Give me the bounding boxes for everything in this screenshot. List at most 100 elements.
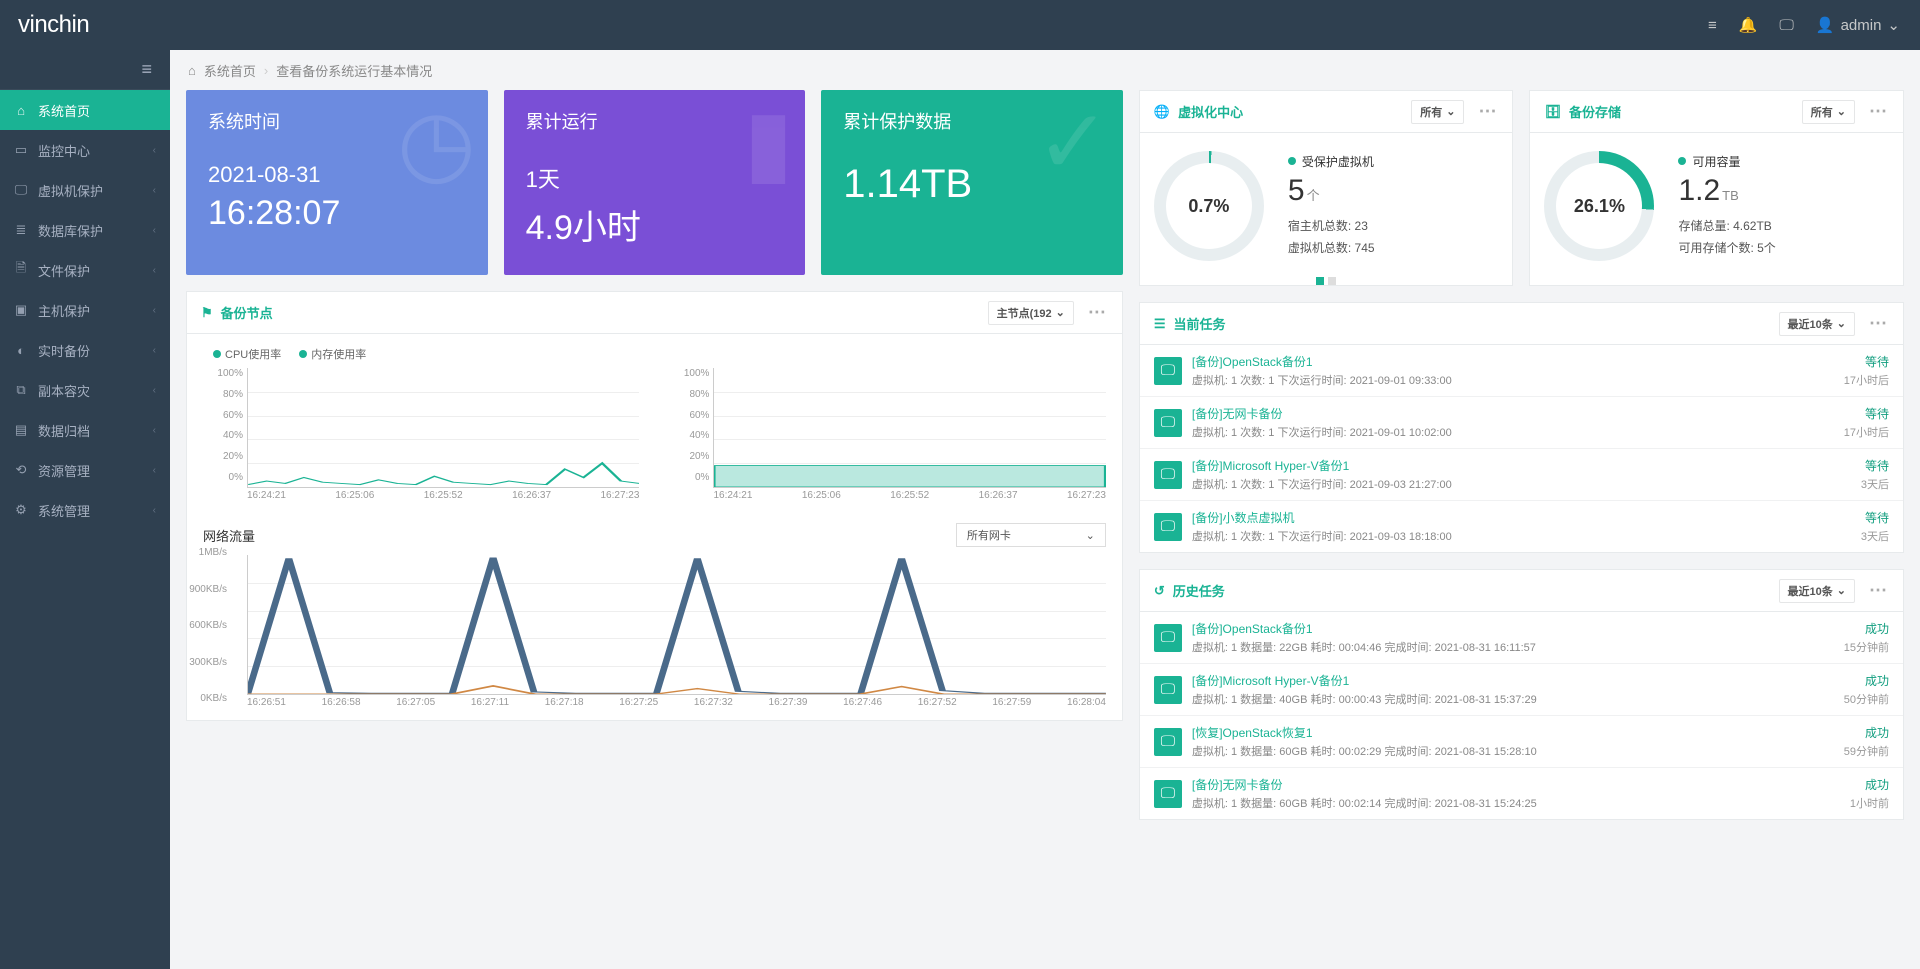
sidebar-item[interactable]: ⚙ 系统管理 ‹ (0, 490, 170, 530)
more-icon[interactable]: ⋯ (1869, 313, 1889, 334)
sidebar-item[interactable]: ▤ 数据归档 ‹ (0, 410, 170, 450)
nav-label: 虚拟机保护 (38, 181, 103, 200)
database-icon: 🗄 (1544, 104, 1561, 120)
task-row[interactable]: 🖵 [备份]Microsoft Hyper-V备份1 虚拟机: 1 数据量: 4… (1140, 664, 1903, 716)
sitemap-icon: ⚑ (201, 305, 213, 321)
chevron-down-icon: ⌄ (1056, 306, 1065, 319)
bell-icon[interactable]: 🔔 (1739, 16, 1758, 34)
history-count-selector[interactable]: 最近10条⌄ (1779, 579, 1855, 603)
monitor-icon[interactable]: 🖵 (1779, 17, 1793, 34)
task-name: [备份]Microsoft Hyper-V备份1 (1192, 672, 1834, 689)
store-filter[interactable]: 所有⌄ (1802, 100, 1855, 124)
task-status: 等待 (1861, 509, 1889, 526)
sidebar-collapse-button[interactable]: ≡ (0, 50, 170, 90)
vm-icon: 🖵 (1154, 780, 1182, 808)
tile-hours: 4.9小时 (526, 200, 784, 249)
nav-icon: ⧉ (14, 382, 28, 398)
chevron-left-icon: ‹ (153, 265, 156, 276)
node-selector[interactable]: 主节点(192⌄ (988, 301, 1074, 325)
vm-icon: 🖵 (1154, 461, 1182, 489)
task-time: 3天后 (1861, 528, 1889, 544)
chevron-left-icon: ‹ (153, 505, 156, 516)
nav-label: 文件保护 (38, 261, 90, 280)
cpu-chart: 100%80%60%40%20%0% 16:24:2116:25:0616:25… (203, 368, 639, 501)
panel-history-tasks: ↺ 历史任务 最近10条⌄ ⋯ 🖵 [备份]OpenStack备份1 虚拟机: … (1139, 569, 1904, 820)
task-row[interactable]: 🖵 [备份]Microsoft Hyper-V备份1 虚拟机: 1 次数: 1 … (1140, 449, 1903, 501)
task-row[interactable]: 🖵 [备份]无网卡备份 虚拟机: 1 次数: 1 下次运行时间: 2021-09… (1140, 397, 1903, 449)
panel-title: 当前任务 (1174, 314, 1226, 333)
task-status: 等待 (1861, 457, 1889, 474)
task-detail: 虚拟机: 1 数据量: 60GB 耗时: 00:02:29 完成时间: 2021… (1192, 743, 1834, 759)
chevron-left-icon: ‹ (153, 385, 156, 396)
main: ⌂ 系统首页 › 查看备份系统运行基本情况 ◷ 系统时间 2021-08-31 … (170, 50, 1920, 969)
task-status: 等待 (1844, 353, 1889, 370)
task-row[interactable]: 🖵 [备份]OpenStack备份1 虚拟机: 1 次数: 1 下次运行时间: … (1140, 345, 1903, 397)
more-icon[interactable]: ⋯ (1088, 302, 1108, 323)
task-name: [备份]Microsoft Hyper-V备份1 (1192, 457, 1851, 474)
task-row[interactable]: 🖵 [备份]无网卡备份 虚拟机: 1 数据量: 60GB 耗时: 00:02:1… (1140, 768, 1903, 819)
sidebar-item[interactable]: 🗎 文件保护 ‹ (0, 250, 170, 290)
more-icon[interactable]: ⋯ (1478, 101, 1498, 122)
task-time: 17小时后 (1844, 372, 1889, 388)
stat-line: 存储总量: 4.62TB (1678, 216, 1889, 238)
sidebar: ≡ ⌂ 系统首页 ▭ 监控中心 ‹🖵 虚拟机保护 ‹≣ 数据库保护 ‹🗎 文件保… (0, 50, 170, 969)
more-icon[interactable]: ⋯ (1869, 580, 1889, 601)
bar-chart-icon: ▮ (744, 98, 794, 188)
clock-icon: ◷ (397, 98, 476, 188)
user-icon: 👤 (1816, 16, 1835, 34)
task-row[interactable]: 🖵 [备份]小数点虚拟机 虚拟机: 1 次数: 1 下次运行时间: 2021-0… (1140, 501, 1903, 552)
tile-system-time: ◷ 系统时间 2021-08-31 16:28:07 (186, 90, 488, 275)
chevron-left-icon: ‹ (153, 305, 156, 316)
vm-icon: 🖵 (1154, 513, 1182, 541)
store-ring: 26.1% (1544, 151, 1654, 261)
more-icon[interactable]: ⋯ (1869, 101, 1889, 122)
user-menu[interactable]: 👤 admin ⌄ (1816, 16, 1900, 34)
nav-icon: ⌂ (14, 103, 28, 118)
history-icon: ↺ (1154, 583, 1165, 599)
panel-current-tasks: ☰ 当前任务 最近10条⌄ ⋯ 🖵 [备份]OpenStack备份1 虚拟机: … (1139, 302, 1904, 553)
task-row[interactable]: 🖵 [恢复]OpenStack恢复1 虚拟机: 1 数据量: 60GB 耗时: … (1140, 716, 1903, 768)
breadcrumb: ⌂ 系统首页 › 查看备份系统运行基本情况 (170, 50, 1920, 90)
user-name: admin (1841, 17, 1882, 34)
nav-icon: ▣ (14, 302, 28, 318)
stat-line: 可用存储个数: 5个 (1678, 238, 1889, 260)
task-status: 成功 (1850, 776, 1889, 793)
nav-label: 监控中心 (38, 141, 90, 160)
sidebar-item[interactable]: ▣ 主机保护 ‹ (0, 290, 170, 330)
task-time: 3天后 (1861, 476, 1889, 492)
task-name: [备份]OpenStack备份1 (1192, 353, 1834, 370)
chevron-left-icon: ‹ (153, 425, 156, 436)
panel-title: 备份节点 (221, 303, 273, 322)
task-detail: 虚拟机: 1 数据量: 60GB 耗时: 00:02:14 完成时间: 2021… (1192, 795, 1840, 811)
task-row[interactable]: 🖵 [备份]OpenStack备份1 虚拟机: 1 数据量: 22GB 耗时: … (1140, 612, 1903, 664)
panel-storage: 🗄 备份存储 所有⌄ ⋯ 26.1% 可用容量 (1529, 90, 1904, 286)
list-icon[interactable]: ≡ (1708, 17, 1717, 34)
chevron-left-icon: ‹ (153, 185, 156, 196)
nav-icon: ⚙ (14, 502, 28, 518)
sidebar-item[interactable]: ◐ 实时备份 ‹ (0, 330, 170, 370)
nic-selector[interactable]: 所有网卡⌄ (956, 523, 1106, 547)
pager[interactable] (1140, 271, 1513, 285)
network-chart: 1MB/s900KB/s600KB/s300KB/s0KB/s 16:26:51… (187, 547, 1122, 720)
nav-icon: 🗎 (14, 259, 28, 281)
virt-filter[interactable]: 所有⌄ (1411, 100, 1464, 124)
sidebar-item[interactable]: ≣ 数据库保护 ‹ (0, 210, 170, 250)
nav-label: 系统管理 (38, 501, 90, 520)
nav-label: 资源管理 (38, 461, 90, 480)
panel-title: 虚拟化中心 (1178, 102, 1243, 121)
stat-unit: 个 (1307, 188, 1320, 203)
task-detail: 虚拟机: 1 次数: 1 下次运行时间: 2021-09-01 10:02:00 (1192, 424, 1834, 440)
net-title: 网络流量 (203, 526, 255, 545)
panel-title: 备份存储 (1569, 102, 1621, 121)
sidebar-item[interactable]: ⟲ 资源管理 ‹ (0, 450, 170, 490)
sidebar-item[interactable]: ▭ 监控中心 ‹ (0, 130, 170, 170)
home-icon: ⌂ (188, 63, 196, 78)
nav-icon: ▭ (14, 142, 28, 158)
breadcrumb-root[interactable]: 系统首页 (204, 61, 256, 80)
task-count-selector[interactable]: 最近10条⌄ (1779, 312, 1855, 336)
sidebar-item[interactable]: 🖵 虚拟机保护 ‹ (0, 170, 170, 210)
sidebar-item[interactable]: ⌂ 系统首页 (0, 90, 170, 130)
chevron-down-icon: ⌄ (1086, 529, 1095, 542)
sidebar-item[interactable]: ⧉ 副本容灾 ‹ (0, 370, 170, 410)
task-status: 成功 (1844, 672, 1889, 689)
